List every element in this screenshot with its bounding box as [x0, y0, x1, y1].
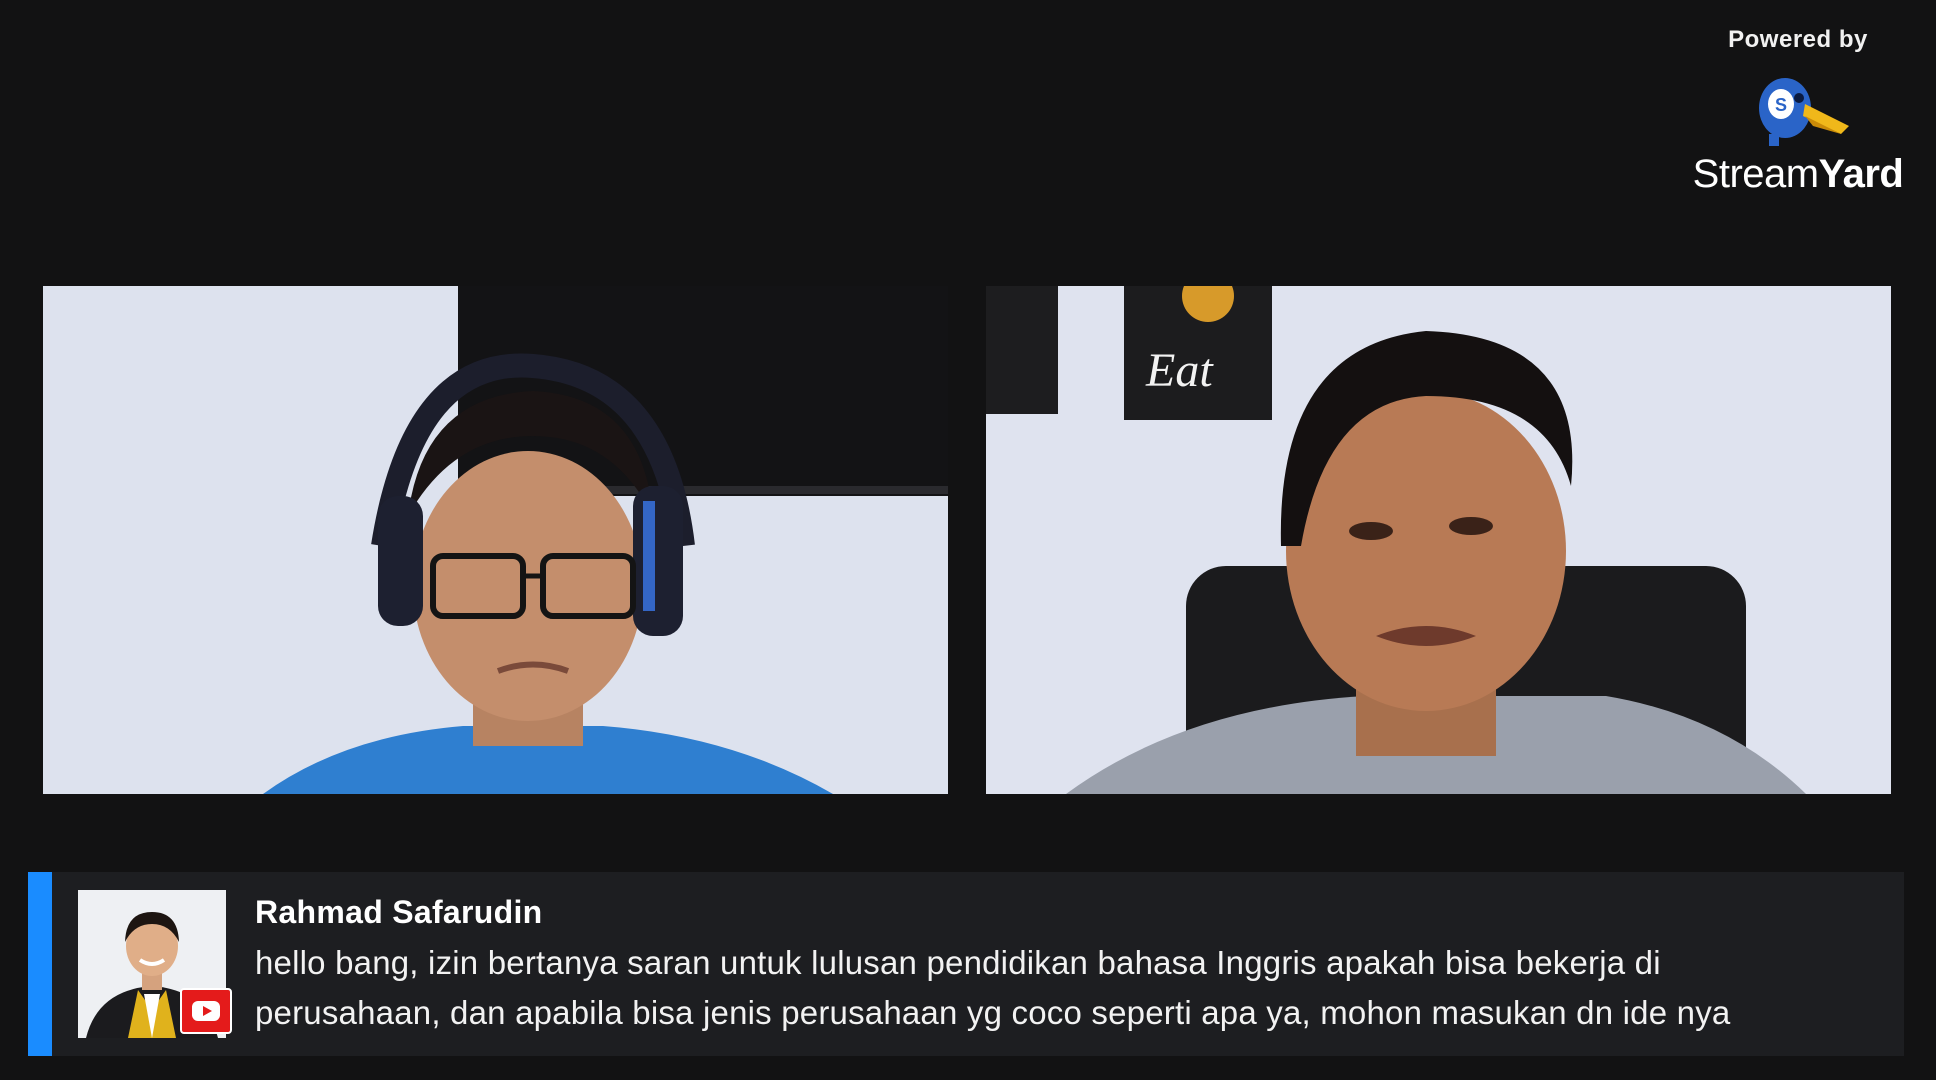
youtube-play-icon [203, 1006, 212, 1016]
streamyard-wordmark: StreamYard [1688, 152, 1908, 197]
comment-accent-bar [28, 872, 52, 1056]
comment-author: Rahmad Safarudin [255, 894, 543, 930]
youtube-icon [180, 988, 232, 1034]
streamyard-duck-icon: S [1759, 78, 1849, 146]
svg-text:Eat: Eat [1145, 344, 1214, 397]
wordmark-stream: Stream [1692, 152, 1819, 196]
broadcast-canvas: Powered by S StreamYard Eat Rahmad Safar… [0, 0, 1936, 1080]
powered-by-label: Powered by [1728, 26, 1868, 53]
guest-left-video-icon [43, 286, 948, 794]
wordmark-yard: Yard [1818, 152, 1904, 196]
comment-message-line-1: hello bang, izin bertanya saran untuk lu… [255, 944, 1661, 981]
streamyard-branding: Powered by S StreamYard [1688, 26, 1908, 197]
comment-message-line-2: perusahaan, dan apabila bisa jenis perus… [255, 994, 1731, 1031]
comment-message: hello bang, izin bertanya saran untuk lu… [255, 938, 1875, 1038]
svg-text:S: S [1775, 95, 1787, 115]
guest-right-video-icon: Eat [986, 286, 1891, 794]
chat-comment-banner: Rahmad Safarudin hello bang, izin bertan… [28, 872, 1904, 1056]
video-tile-guest-left [43, 286, 948, 794]
video-tile-guest-right: Eat [986, 286, 1891, 794]
